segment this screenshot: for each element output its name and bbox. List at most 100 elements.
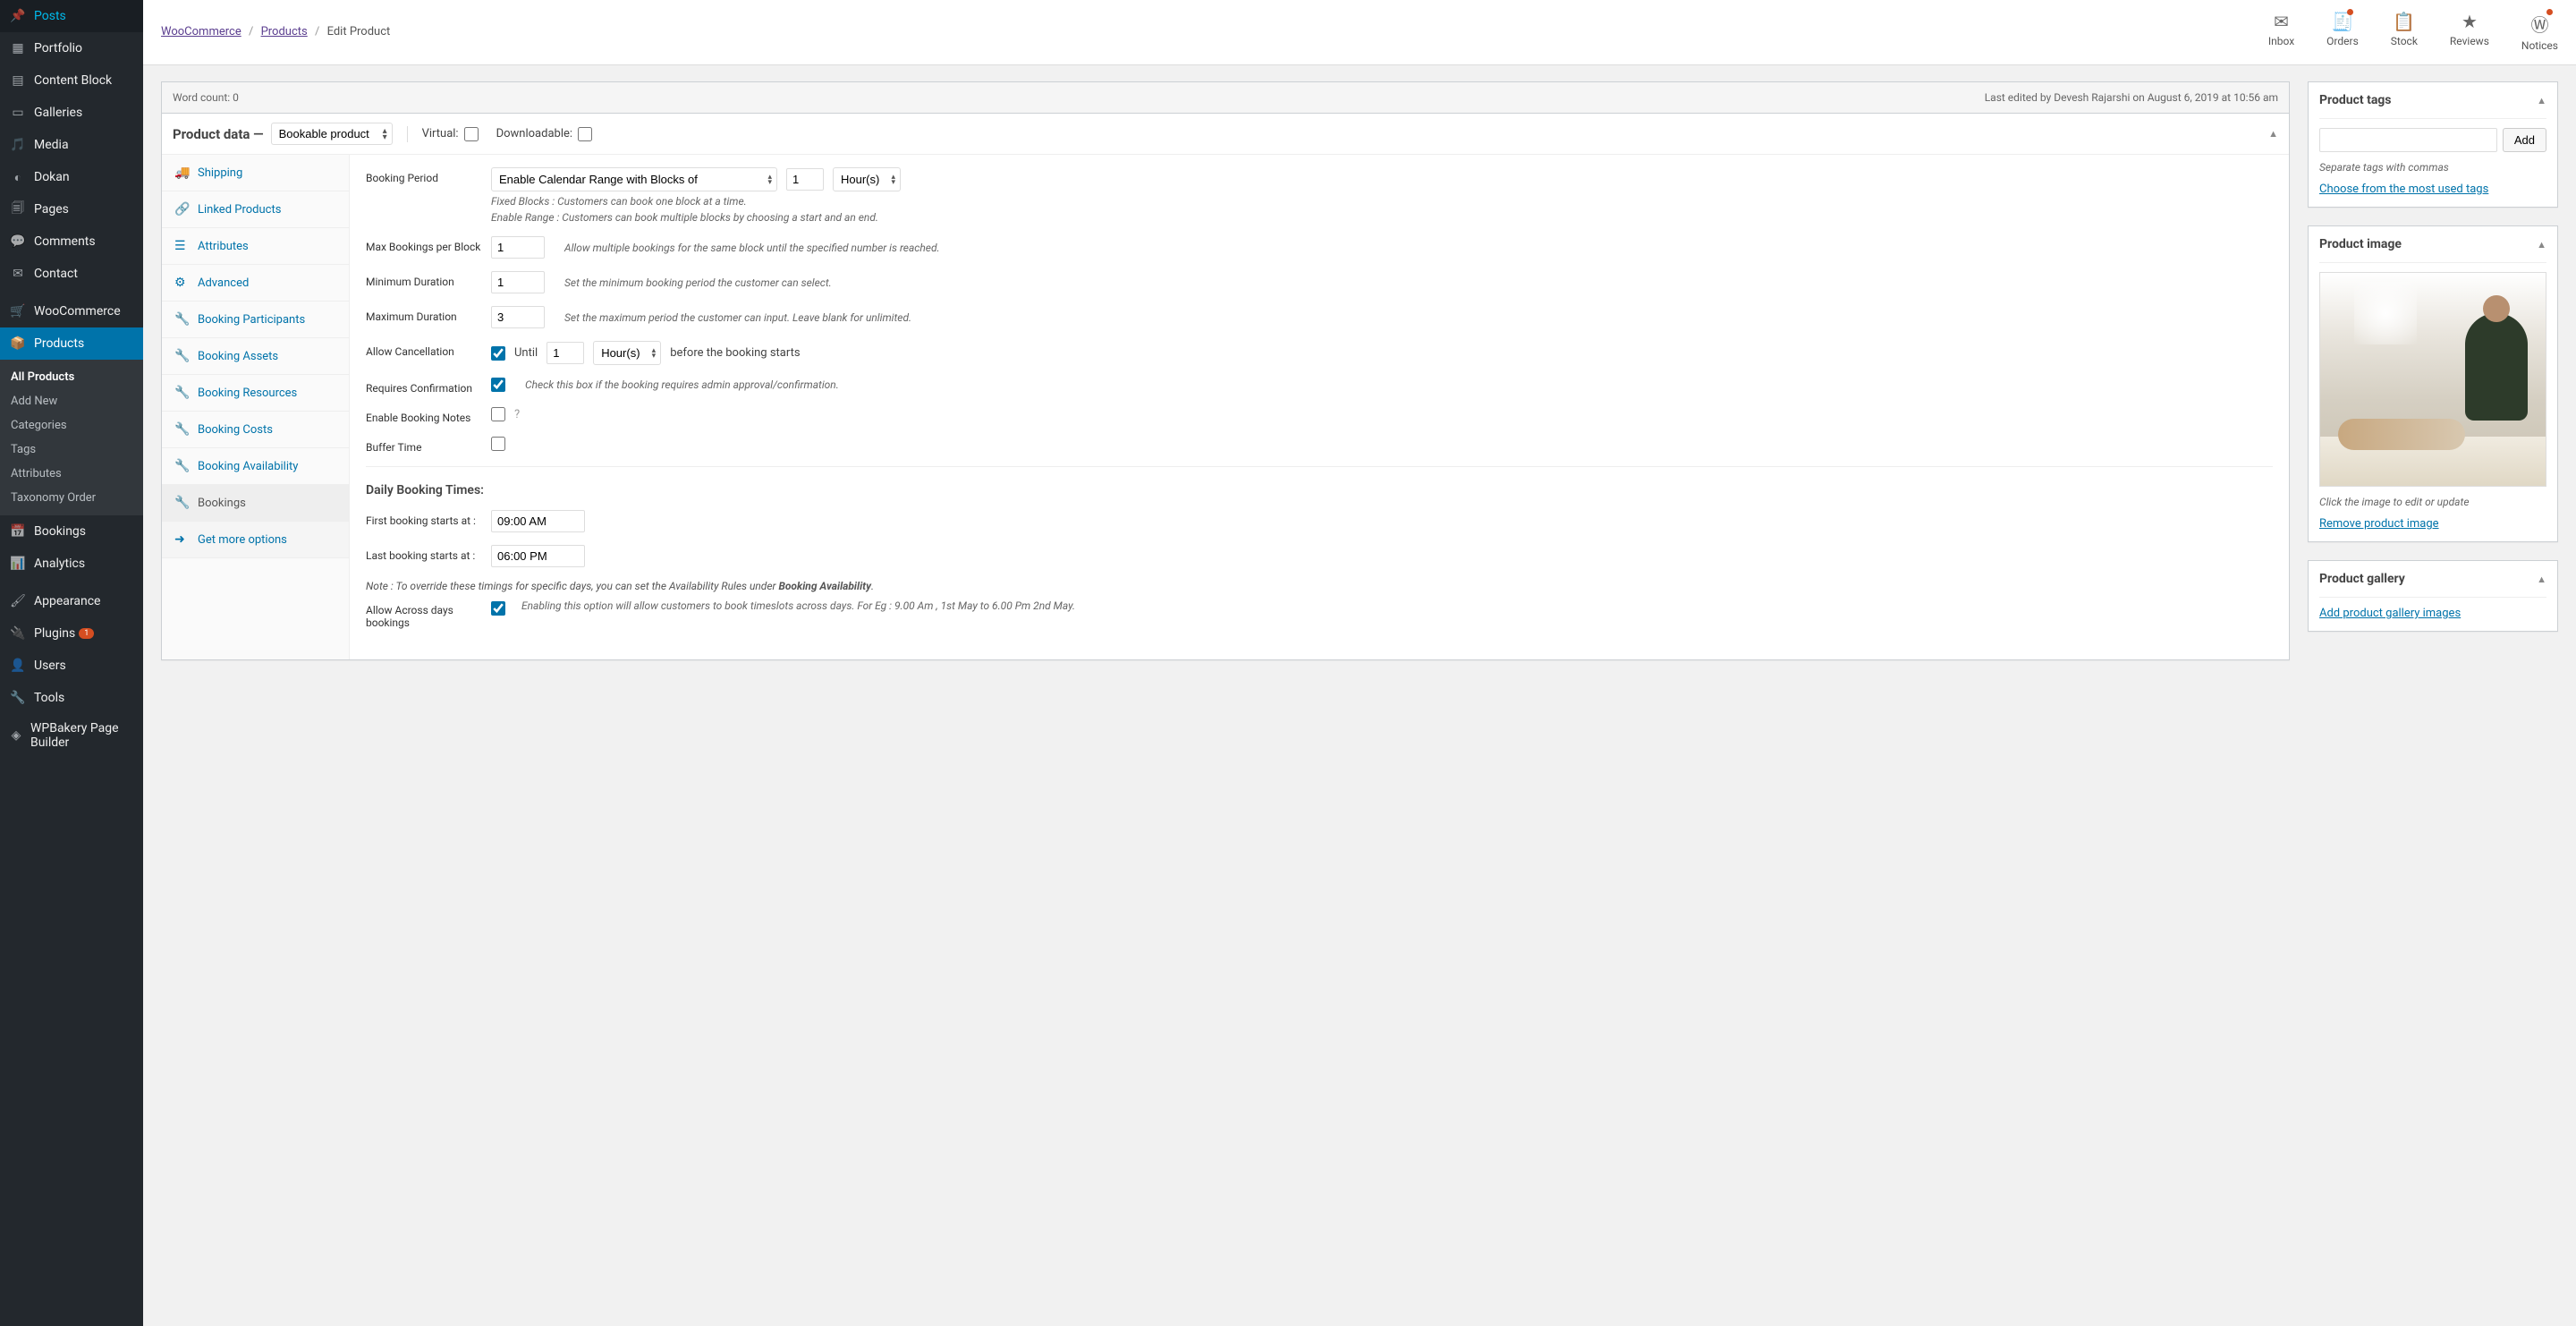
menu-comments[interactable]: 💬Comments: [0, 225, 143, 258]
most-used-tags-link[interactable]: Choose from the most used tags: [2319, 183, 2488, 196]
topicon-orders[interactable]: 🧾Orders: [2326, 11, 2359, 52]
menu-contentblock[interactable]: ▤Content Block: [0, 64, 143, 97]
menu-wpbakery[interactable]: ◈WPBakery Page Builder: [0, 714, 143, 757]
menu-bookings[interactable]: 📅Bookings: [0, 515, 143, 548]
add-tag-button[interactable]: Add: [2503, 128, 2546, 152]
confirm-label: Requires Confirmation: [366, 378, 491, 395]
tab-shipping[interactable]: 🚚Shipping: [162, 155, 349, 191]
submenu-tags[interactable]: Tags: [0, 438, 143, 462]
menu-portfolio[interactable]: ▦Portfolio: [0, 32, 143, 64]
topbar: WooCommerce / Products / Edit Product ✉I…: [143, 0, 2576, 65]
menu-appearance[interactable]: 🖌Appearance: [0, 585, 143, 617]
help-icon[interactable]: ?: [514, 408, 520, 421]
tab-participants[interactable]: 🔧Booking Participants: [162, 302, 349, 338]
add-gallery-link[interactable]: Add product gallery images: [2319, 607, 2461, 620]
tab-advanced[interactable]: ⚙Advanced: [162, 265, 349, 302]
menu-plugins[interactable]: 🔌Plugins1: [0, 617, 143, 650]
first-booking-input[interactable]: [491, 510, 585, 532]
tab-get-more[interactable]: ➜Get more options: [162, 522, 349, 558]
gallery-toggle[interactable]: ▲: [2537, 574, 2546, 585]
product-data-box: Product data — Bookable product ▴▾ Virtu…: [161, 113, 2290, 660]
max-duration-input[interactable]: [491, 306, 545, 328]
across-label: Allow Across days bookings: [366, 599, 491, 629]
comments-icon: 💬: [9, 233, 27, 251]
tag-input[interactable]: [2319, 128, 2497, 152]
truck-icon: 🚚: [174, 166, 191, 180]
submenu-all-products[interactable]: All Products: [0, 365, 143, 389]
products-icon: 📦: [9, 335, 27, 353]
pin-icon: 📌: [9, 7, 27, 25]
stock-icon: 📋: [2393, 11, 2415, 32]
last-booking-input[interactable]: [491, 545, 585, 567]
cancel-checkbox[interactable]: [491, 346, 505, 361]
menu-media[interactable]: 🎵Media: [0, 129, 143, 161]
admin-sidebar: 📌Posts ▦Portfolio ▤Content Block ▭Galler…: [0, 0, 143, 1326]
topicon-inbox[interactable]: ✉Inbox: [2268, 11, 2294, 52]
wrench-icon: 🔧: [174, 349, 191, 363]
cancel-label: Allow Cancellation: [366, 341, 491, 358]
tab-resources[interactable]: 🔧Booking Resources: [162, 375, 349, 412]
menu-pages[interactable]: 🗐Pages: [0, 193, 143, 225]
tab-linked[interactable]: 🔗Linked Products: [162, 191, 349, 228]
cancel-after-label: before the booking starts: [670, 346, 800, 360]
notes-label: Enable Booking Notes: [366, 407, 491, 424]
link-icon: 🔗: [174, 202, 191, 217]
confirm-checkbox[interactable]: [491, 378, 505, 392]
breadcrumb: WooCommerce / Products / Edit Product: [161, 25, 390, 38]
menu-galleries[interactable]: ▭Galleries: [0, 97, 143, 129]
topicon-stock[interactable]: 📋Stock: [2391, 11, 2418, 52]
across-checkbox[interactable]: [491, 601, 505, 616]
product-gallery-box: Product gallery ▲ Add product gallery im…: [2308, 560, 2558, 632]
menu-analytics[interactable]: 📊Analytics: [0, 548, 143, 580]
submenu-add-new[interactable]: Add New: [0, 389, 143, 413]
tags-toggle[interactable]: ▲: [2537, 95, 2546, 106]
topicon-reviews[interactable]: ★Reviews: [2450, 11, 2489, 52]
last-edited: Last edited by Devesh Rajarshi on August…: [1985, 91, 2278, 104]
cancel-value-input[interactable]: [547, 342, 584, 364]
wrench-icon: 🔧: [174, 459, 191, 473]
breadcrumb-products[interactable]: Products: [261, 25, 308, 38]
menu-woocommerce[interactable]: 🛒WooCommerce: [0, 295, 143, 327]
menu-tools[interactable]: 🔧Tools: [0, 682, 143, 714]
remove-image-link[interactable]: Remove product image: [2319, 517, 2439, 531]
submenu-categories[interactable]: Categories: [0, 413, 143, 438]
menu-posts[interactable]: 📌Posts: [0, 0, 143, 32]
max-duration-label: Maximum Duration: [366, 306, 491, 323]
tab-bookings[interactable]: 🔧Bookings: [162, 485, 349, 522]
downloadable-checkbox[interactable]: [578, 127, 592, 141]
min-duration-input[interactable]: [491, 271, 545, 293]
notes-checkbox[interactable]: [491, 407, 505, 421]
pages-icon: 🗐: [9, 200, 27, 218]
submenu-attributes[interactable]: Attributes: [0, 462, 143, 486]
menu-products[interactable]: 📦Products: [0, 327, 143, 360]
breadcrumb-woocommerce[interactable]: WooCommerce: [161, 25, 242, 38]
booking-period-number[interactable]: [786, 168, 824, 191]
tab-assets[interactable]: 🔧Booking Assets: [162, 338, 349, 375]
tab-costs[interactable]: 🔧Booking Costs: [162, 412, 349, 448]
product-image-thumbnail[interactable]: [2319, 272, 2546, 487]
builder-icon: ◈: [9, 727, 23, 744]
max-bookings-input[interactable]: [491, 236, 545, 259]
product-type-select[interactable]: Bookable product: [271, 123, 393, 145]
topicon-notices[interactable]: ⓌNotices: [2521, 11, 2558, 52]
product-image-box: Product image ▲ C: [2308, 225, 2558, 542]
buffer-checkbox[interactable]: [491, 437, 505, 451]
menu-contact[interactable]: ✉Contact: [0, 258, 143, 290]
image-toggle[interactable]: ▲: [2537, 239, 2546, 251]
collapse-toggle[interactable]: ▲: [2268, 128, 2278, 140]
products-submenu: All Products Add New Categories Tags Att…: [0, 360, 143, 515]
plugins-badge: 1: [79, 628, 94, 639]
tab-availability[interactable]: 🔧Booking Availability: [162, 448, 349, 485]
until-label: Until: [514, 346, 538, 360]
submenu-taxonomy[interactable]: Taxonomy Order: [0, 486, 143, 510]
booking-period-select[interactable]: Enable Calendar Range with Blocks of: [491, 167, 777, 191]
menu-dokan[interactable]: ◐Dokan: [0, 161, 143, 193]
tab-attributes[interactable]: ☰Attributes: [162, 228, 349, 265]
menu-users[interactable]: 👤Users: [0, 650, 143, 682]
virtual-checkbox[interactable]: [464, 127, 479, 141]
mail-icon: ✉: [9, 265, 27, 283]
booking-period-unit[interactable]: Hour(s): [833, 167, 901, 191]
max-bookings-desc: Allow multiple bookings for the same blo…: [564, 242, 940, 254]
cancel-unit-select[interactable]: Hour(s): [593, 341, 661, 365]
wrench-icon: 🔧: [174, 386, 191, 400]
